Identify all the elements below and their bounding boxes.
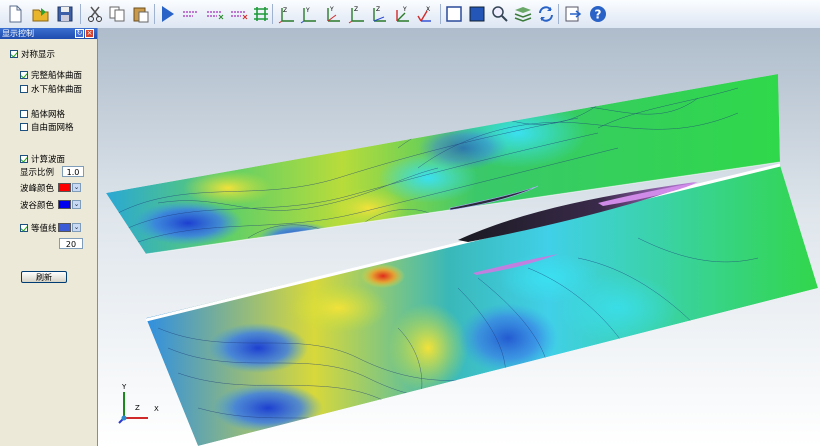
contours-checkbox[interactable] xyxy=(20,224,28,232)
wave-surface-label: 计算波面 xyxy=(31,155,66,165)
full-hull-checkbox[interactable] xyxy=(20,71,28,79)
axis-x-label: X xyxy=(154,405,159,413)
wave-surface-option[interactable]: 计算波面 xyxy=(20,153,65,165)
trough-color-label: 波谷颜色 xyxy=(20,201,55,211)
arrow-tool-2-icon[interactable] xyxy=(204,3,226,25)
axis-y-label: Y xyxy=(121,383,127,391)
help-icon[interactable]: ? xyxy=(587,3,609,25)
zoom-icon[interactable] xyxy=(489,3,511,25)
save-icon[interactable] xyxy=(54,3,76,25)
panel-title-bar: 显示控制 ↻ × xyxy=(0,28,97,39)
copy-icon[interactable] xyxy=(106,3,128,25)
grid-tool-icon[interactable] xyxy=(250,3,272,25)
refresh-icon[interactable] xyxy=(535,3,557,25)
symmetric-label: 对称显示 xyxy=(21,50,56,60)
fill-icon[interactable] xyxy=(466,3,488,25)
contours-label: 等值线 xyxy=(31,224,57,234)
frame-icon[interactable] xyxy=(443,3,465,25)
new-file-icon[interactable] xyxy=(4,3,26,25)
underwater-hull-label: 水下船体曲面 xyxy=(31,85,83,95)
crest-color-label: 波峰颜色 xyxy=(20,184,55,194)
hull-mesh-checkbox[interactable] xyxy=(20,110,28,118)
crest-color-dropdown-icon[interactable]: ⌄ xyxy=(72,183,81,192)
free-surface-mesh-label: 自由面网格 xyxy=(31,123,74,133)
scale-input[interactable]: 1.0 xyxy=(62,166,84,177)
svg-text:Y: Y xyxy=(329,6,334,13)
hull-mesh-label: 船体网格 xyxy=(31,110,66,120)
svg-text:X: X xyxy=(426,6,430,13)
contour-color-swatch[interactable] xyxy=(58,223,71,232)
symmetric-display-option[interactable]: 对称显示 xyxy=(10,48,55,60)
display-control-panel: 显示控制 ↻ × 对称显示 完整船体曲面 水下船体曲面 船体网格 自由面网格 计… xyxy=(0,28,98,446)
axis-view-1-icon[interactable]: Z xyxy=(276,3,298,25)
trough-color-dropdown-icon[interactable]: ⌄ xyxy=(72,200,81,209)
crest-color-swatch[interactable] xyxy=(58,183,71,192)
svg-text:Y: Y xyxy=(305,7,310,14)
full-hull-option[interactable]: 完整船体曲面 xyxy=(20,69,82,81)
axis-view-6-icon[interactable]: Y xyxy=(392,3,414,25)
axis-view-2-icon[interactable]: Y xyxy=(298,3,320,25)
symmetric-checkbox[interactable] xyxy=(10,50,18,58)
wave-surface-checkbox[interactable] xyxy=(20,155,28,163)
svg-text:Z: Z xyxy=(354,6,358,13)
axis-triad: Y Z X xyxy=(118,383,159,424)
layers-icon[interactable] xyxy=(512,3,534,25)
arrow-tool-3-icon[interactable] xyxy=(228,3,250,25)
axis-view-3-icon[interactable]: Y xyxy=(322,3,344,25)
panel-title: 显示控制 xyxy=(2,29,34,38)
svg-text:Y: Y xyxy=(402,6,407,13)
axis-view-7-icon[interactable]: X xyxy=(414,3,436,25)
trough-color-swatch[interactable] xyxy=(58,200,71,209)
axis-view-4-icon[interactable]: Z xyxy=(346,3,368,25)
underwater-hull-checkbox[interactable] xyxy=(20,85,28,93)
hull-mesh-option[interactable]: 船体网格 xyxy=(20,108,65,120)
run-icon[interactable] xyxy=(157,3,179,25)
export-icon[interactable] xyxy=(562,3,584,25)
contour-count-input[interactable]: 20 xyxy=(59,238,83,249)
svg-text:Z: Z xyxy=(376,6,380,13)
underwater-hull-option[interactable]: 水下船体曲面 xyxy=(20,83,82,95)
paste-icon[interactable] xyxy=(130,3,152,25)
cut-icon[interactable] xyxy=(84,3,106,25)
free-surface-mesh-option[interactable]: 自由面网格 xyxy=(20,121,74,133)
svg-text:?: ? xyxy=(595,8,602,22)
wave-pattern-render xyxy=(106,74,818,446)
contour-color-dropdown-icon[interactable]: ⌄ xyxy=(72,223,81,232)
refresh-button[interactable]: 刷新 xyxy=(21,271,67,283)
svg-text:Z: Z xyxy=(283,7,287,14)
open-folder-icon[interactable] xyxy=(30,3,52,25)
contours-option[interactable]: 等值线 xyxy=(20,222,57,234)
free-surface-mesh-checkbox[interactable] xyxy=(20,123,28,131)
pin-icon[interactable]: ↻ xyxy=(75,29,84,38)
arrow-tool-1-icon[interactable] xyxy=(180,3,202,25)
axis-z-label: Z xyxy=(135,404,140,412)
3d-viewport[interactable]: Y Z X xyxy=(98,28,820,446)
close-icon[interactable]: × xyxy=(85,29,94,38)
scale-label: 显示比例 xyxy=(20,168,55,178)
full-hull-label: 完整船体曲面 xyxy=(31,71,83,81)
axis-view-5-icon[interactable]: Z xyxy=(368,3,390,25)
main-toolbar: Z Y Y Z Z Y X ? xyxy=(0,0,820,29)
